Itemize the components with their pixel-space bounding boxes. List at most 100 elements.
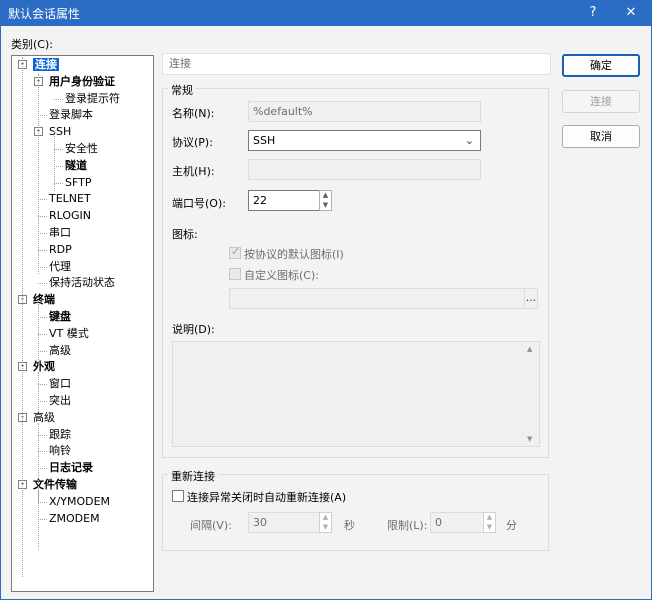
tree-item[interactable]: 代理 <box>49 259 71 275</box>
tree-item-label: 突出 <box>49 394 71 407</box>
port-field[interactable]: 22 <box>248 190 320 211</box>
tree-item[interactable]: VT 模式 <box>49 326 89 342</box>
section-header: 连接 <box>162 53 551 75</box>
tree-item[interactable]: 隧道 <box>65 158 87 174</box>
category-tree[interactable]: - 连接 - 用户身份验证 登录提示符 登录脚本 - SSH 安全性 隧道 SFTP TELNET RL… <box>11 55 154 592</box>
tree-item[interactable]: 安全性 <box>65 141 98 157</box>
tree-guide-line <box>22 57 23 577</box>
tree-item[interactable]: X/YMODEM <box>49 494 110 510</box>
description-scrollbar[interactable]: ▲ ▼ <box>522 342 539 446</box>
spin-down-icon[interactable]: ▼ <box>484 523 495 533</box>
tree-item[interactable]: SFTP <box>65 175 91 191</box>
tree-item[interactable]: 连接 <box>33 57 59 73</box>
limit-unit: 分 <box>506 519 517 532</box>
tree-item-label: 代理 <box>49 259 71 273</box>
spin-up-icon[interactable]: ▲ <box>320 513 331 523</box>
tree-connector <box>38 233 47 234</box>
tree-connector <box>38 384 47 386</box>
connect-button[interactable]: 连接 <box>562 90 640 113</box>
tree-item[interactable]: 高级 <box>33 410 55 426</box>
tree-item[interactable]: 串口 <box>49 225 71 241</box>
protocol-label: 协议(P): <box>172 136 213 149</box>
spin-up-icon[interactable]: ▲ <box>320 191 331 201</box>
tree-item[interactable]: 响铃 <box>49 443 71 459</box>
description-field[interactable] <box>172 341 540 447</box>
name-field[interactable]: %default% <box>248 101 481 122</box>
icon-label: 图标: <box>172 228 198 241</box>
name-label: 名称(N): <box>172 107 215 120</box>
tree-item-label: 文件传输 <box>33 478 77 491</box>
use-protocol-icon-label: 按协议的默认图标(I) <box>244 248 344 261</box>
tree-guide-line <box>38 74 39 274</box>
tree-item[interactable]: 文件传输 <box>33 477 77 493</box>
tree-connector <box>38 199 47 201</box>
tree-item[interactable]: ZMODEM <box>49 511 100 527</box>
tree-item[interactable]: RDP <box>49 242 72 258</box>
tree-item-label: 跟踪 <box>49 427 71 441</box>
ok-button[interactable]: 确定 <box>562 54 640 77</box>
host-field[interactable] <box>248 159 481 180</box>
custom-icon-path[interactable] <box>229 288 525 309</box>
limit-spinner[interactable]: ▲ ▼ <box>483 512 496 533</box>
category-label: 类别(C): <box>11 38 53 51</box>
spin-down-icon[interactable]: ▼ <box>320 201 331 211</box>
tree-guide-line <box>38 490 39 550</box>
tree-item-label: 登录脚本 <box>49 108 93 122</box>
tree-item-label: X/YMODEM <box>49 494 111 508</box>
tree-item-label: 用户身份验证 <box>49 74 115 88</box>
tree-item-label: 隧道 <box>65 158 87 172</box>
cancel-button[interactable]: 取消 <box>562 125 640 148</box>
tree-item[interactable]: 保持活动状态 <box>49 275 115 291</box>
spin-down-icon[interactable]: ▼ <box>320 523 331 533</box>
browse-icon-button[interactable]: ... <box>524 288 538 309</box>
tree-item[interactable]: 登录提示符 <box>65 91 120 107</box>
limit-label: 限制(L): <box>387 519 428 532</box>
tree-item-label: 连接 <box>33 58 59 71</box>
tree-item[interactable]: 高级 <box>49 343 71 359</box>
tree-connector <box>38 249 47 251</box>
host-label: 主机(H): <box>172 165 215 178</box>
tree-item[interactable]: 键盘 <box>49 309 71 325</box>
protocol-select[interactable]: SSH ⌄ <box>248 130 481 151</box>
tree-item[interactable]: TELNET <box>49 191 91 207</box>
tree-item[interactable]: RLOGIN <box>49 208 91 224</box>
tree-item[interactable]: 外观 <box>33 359 55 375</box>
interval-spinner[interactable]: ▲ ▼ <box>319 512 332 533</box>
reconnect-group-title: 重新连接 <box>168 468 218 484</box>
tree-connector <box>38 501 47 503</box>
tree-item[interactable]: 日志记录 <box>49 460 93 476</box>
interval-field[interactable]: 30 <box>248 512 320 533</box>
tree-item[interactable]: 用户身份验证 <box>49 74 115 90</box>
port-spinner[interactable]: ▲ ▼ <box>319 190 332 211</box>
tree-item[interactable]: 跟踪 <box>49 427 71 443</box>
custom-icon-checkbox[interactable] <box>229 268 241 280</box>
interval-label: 间隔(V): <box>190 519 232 532</box>
window-title: 默认会话属性 <box>8 7 81 21</box>
use-protocol-icon-checkbox[interactable] <box>229 245 241 259</box>
close-button[interactable]: ✕ <box>616 3 646 23</box>
tree-item-label: ZMODEM <box>49 511 100 525</box>
tree-connector <box>54 165 63 167</box>
tree-item-label: 外观 <box>33 360 55 374</box>
scroll-down-icon[interactable]: ▼ <box>527 435 532 443</box>
chevron-down-icon: ⌄ <box>464 134 474 147</box>
scroll-up-icon[interactable]: ▲ <box>527 345 532 353</box>
tree-item-label: 终端 <box>33 293 55 307</box>
spin-up-icon[interactable]: ▲ <box>484 513 495 523</box>
tree-guide-line <box>38 304 39 364</box>
tree-item[interactable]: 登录脚本 <box>49 107 93 123</box>
tree-connector <box>38 518 47 520</box>
tree-item[interactable]: SSH <box>49 124 71 140</box>
tree-item[interactable]: 窗口 <box>49 376 71 392</box>
tree-connector <box>38 401 47 402</box>
auto-reconnect-checkbox[interactable] <box>172 490 184 502</box>
tree-item-label: SSH <box>49 125 72 139</box>
tree-item[interactable]: 突出 <box>49 393 71 409</box>
tree-item[interactable]: 终端 <box>33 292 55 308</box>
tree-connector <box>38 350 47 352</box>
help-button[interactable]: ? <box>578 3 608 23</box>
limit-field[interactable]: 0 <box>430 512 484 533</box>
tree-item-label: TELNET <box>49 192 91 206</box>
tree-item-label: SFTP <box>65 175 92 189</box>
custom-icon-label: 自定义图标(C): <box>244 269 319 282</box>
